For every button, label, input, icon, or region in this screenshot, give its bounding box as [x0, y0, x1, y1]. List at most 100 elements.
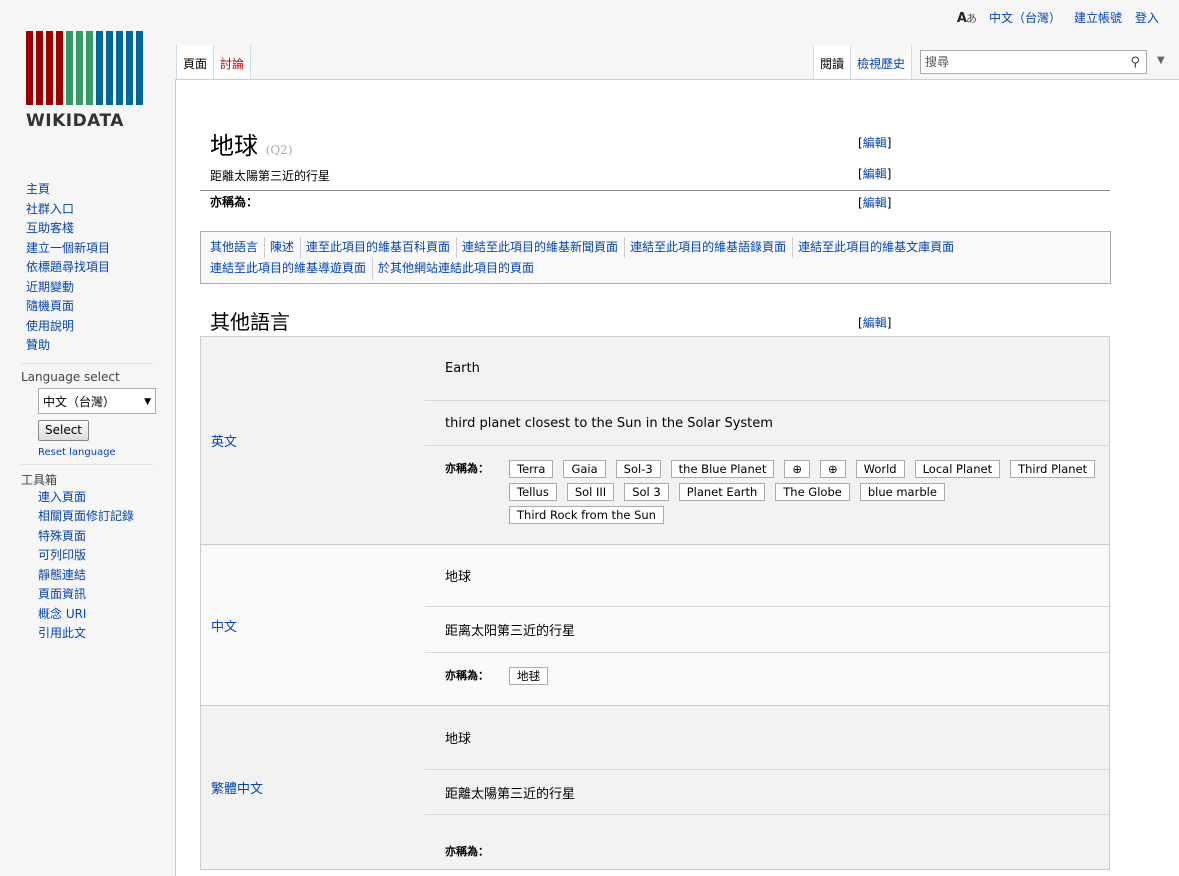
toolbox-item[interactable]: 相關頁面修訂記錄: [0, 507, 174, 527]
toc-link[interactable]: 連至此項目的維基百科頁面: [306, 237, 458, 258]
logo-bar: [46, 31, 53, 105]
toolbox-item[interactable]: 概念 URI: [0, 605, 174, 625]
aliases-label: 亦稱為：: [445, 845, 489, 858]
edit-description-link[interactable]: [編輯]: [858, 165, 891, 182]
alias-tag: Sol 3: [624, 483, 669, 501]
tab-view-history[interactable]: 檢視歷史: [850, 45, 912, 79]
toolbox-link[interactable]: 引用此文: [38, 626, 86, 640]
alias-tag: Sol III: [566, 483, 615, 501]
logo-bar: [116, 31, 123, 105]
toolbox-link[interactable]: 頁面資訊: [38, 587, 86, 601]
sidebar-nav-link[interactable]: 依標題尋找項目: [26, 260, 110, 274]
alias-tag: Local Planet: [914, 460, 1001, 478]
language-description: 距離太陽第三近的行星: [425, 770, 1109, 815]
edit-other-languages-link[interactable]: [編輯]: [858, 314, 891, 331]
language-icon[interactable]: Aあ: [957, 10, 977, 26]
tab-read[interactable]: 閱讀: [812, 45, 851, 79]
sidebar-nav-link[interactable]: 使用說明: [26, 319, 74, 333]
toc-link[interactable]: 連結至此項目的維基新聞頁面: [462, 237, 626, 258]
sidebar-nav-item[interactable]: 互助客棧: [0, 219, 174, 239]
aliases-label: 亦稱為：: [210, 195, 259, 209]
language-name-link[interactable]: 中文: [201, 545, 425, 705]
language-label: 地球: [425, 706, 1109, 770]
sidebar-nav-link[interactable]: 主頁: [26, 182, 50, 196]
toolbox-link[interactable]: 特殊頁面: [38, 529, 86, 543]
sidebar-nav-item[interactable]: 建立一個新項目: [0, 239, 174, 259]
alias-tag: Gaia: [563, 460, 606, 478]
toolbox-link[interactable]: 連入頁面: [38, 490, 86, 504]
alias-tag: Third Rock from the Sun: [509, 506, 664, 524]
sidebar-nav-item[interactable]: 社群入口: [0, 200, 174, 220]
language-name-link[interactable]: 繁體中文: [201, 706, 425, 869]
search-icon[interactable]: ⚲: [1130, 52, 1140, 74]
toolbox-link[interactable]: 靜態連結: [38, 568, 86, 582]
language-description: third planet closest to the Sun in the S…: [425, 401, 1109, 446]
language-values: Earth third planet closest to the Sun in …: [425, 337, 1109, 544]
sidebar-nav-item[interactable]: 依標題尋找項目: [0, 258, 174, 278]
alias-tag: ⊕: [819, 460, 846, 478]
language-row: 英文 Earth third planet closest to the Sun i…: [201, 337, 1109, 545]
toolbox-item[interactable]: 連入頁面: [0, 488, 174, 508]
alias-tag: Third Planet: [1010, 460, 1096, 478]
page-title: 地球 (Q2): [210, 126, 292, 161]
reset-language-link[interactable]: Reset language: [38, 447, 174, 458]
language-aliases: 亦稱為： 地毬: [425, 653, 1109, 705]
toolbox-item[interactable]: 特殊頁面: [0, 527, 174, 547]
sidebar-nav-link[interactable]: 建立一個新項目: [26, 241, 110, 255]
language-name-link[interactable]: 英文: [201, 337, 425, 544]
sidebar-nav-item[interactable]: 主頁: [0, 180, 174, 200]
tab-page[interactable]: 頁面: [176, 45, 215, 79]
sidebar-nav-link[interactable]: 互助客棧: [26, 221, 74, 235]
toc-link[interactable]: 其他語言: [210, 237, 266, 258]
sidebar-nav-item[interactable]: 隨機頁面: [0, 297, 174, 317]
toolbox-item[interactable]: 頁面資訊: [0, 585, 174, 605]
edit-aliases-link[interactable]: [編輯]: [858, 194, 891, 211]
sidebar-nav-item[interactable]: 贊助: [0, 336, 174, 356]
toolbox-link[interactable]: 可列印版: [38, 548, 86, 562]
logo-bar: [136, 31, 143, 105]
toolbox-link[interactable]: 概念 URI: [38, 607, 86, 621]
toolbox-item[interactable]: 可列印版: [0, 546, 174, 566]
alias-tag: the Blue Planet: [670, 460, 775, 478]
sidebar-nav-link[interactable]: 社群入口: [26, 202, 74, 216]
alias-tag: Planet Earth: [678, 483, 766, 501]
search-input[interactable]: 搜尋 ⚲: [920, 50, 1147, 74]
toc-link[interactable]: 連結至此項目的維基語錄頁面: [630, 237, 794, 258]
sidebar-nav-link[interactable]: 隨機頁面: [26, 299, 74, 313]
toolbox-link[interactable]: 相關頁面修訂記錄: [38, 509, 134, 523]
logo-bar: [126, 31, 133, 105]
alias-list: 地毬: [509, 667, 1109, 685]
sidebar-nav-link[interactable]: 近期變動: [26, 280, 74, 294]
toolbox-list: 連入頁面相關頁面修訂記錄 特殊頁面可列印版靜態連結頁面資訊概念 URI 引用此文: [0, 488, 174, 644]
create-account-link[interactable]: 建立帳號: [1074, 9, 1122, 26]
sidebar-nav-link[interactable]: 贊助: [26, 338, 50, 352]
more-actions-chevron-icon[interactable]: ▼: [1157, 55, 1165, 66]
alias-tag: blue marble: [859, 483, 945, 501]
toc-link[interactable]: 陳述: [270, 237, 302, 258]
edit-label-link[interactable]: [編輯]: [858, 134, 891, 151]
toc-link[interactable]: 連結至此項目的維基文庫頁面: [798, 237, 960, 258]
toc-link[interactable]: 於其他網站連結此項目的頁面: [378, 258, 540, 279]
alias-list: Terra Gaia Sol-3 the Blue Planet ⊕ ⊕ World Loca…: [509, 460, 1109, 524]
language-label: Earth: [425, 337, 1109, 401]
toolbox-item[interactable]: 引用此文: [0, 624, 174, 644]
toc-link[interactable]: 連結至此項目的維基導遊頁面: [210, 258, 374, 279]
select-button[interactable]: Select: [38, 419, 89, 441]
language-label: 地球: [425, 545, 1109, 607]
login-link[interactable]: 登入: [1135, 9, 1159, 26]
language-dropdown-value: 中文（台灣）: [43, 394, 116, 409]
logo-bar: [36, 31, 43, 105]
alias-tag: Sol-3: [615, 460, 661, 478]
tab-talk[interactable]: 討論: [214, 45, 252, 79]
toolbox-item[interactable]: 靜態連結: [0, 566, 174, 586]
chevron-down-icon: ▼: [144, 396, 151, 407]
language-description: 距离太阳第三近的行星: [425, 607, 1109, 653]
sidebar-nav-item[interactable]: 使用說明: [0, 317, 174, 337]
aliases-label: 亦稱為：: [445, 462, 489, 475]
wikidata-logo[interactable]: WIKIDATA: [26, 31, 148, 131]
language-dropdown[interactable]: 中文（台灣） ▼: [38, 387, 156, 414]
view-tabs: 閱讀 檢視歷史: [812, 45, 912, 79]
logo-bar: [76, 31, 83, 105]
sidebar-nav-item[interactable]: 近期變動: [0, 278, 174, 298]
language-link[interactable]: 中文（台灣）: [989, 9, 1061, 26]
